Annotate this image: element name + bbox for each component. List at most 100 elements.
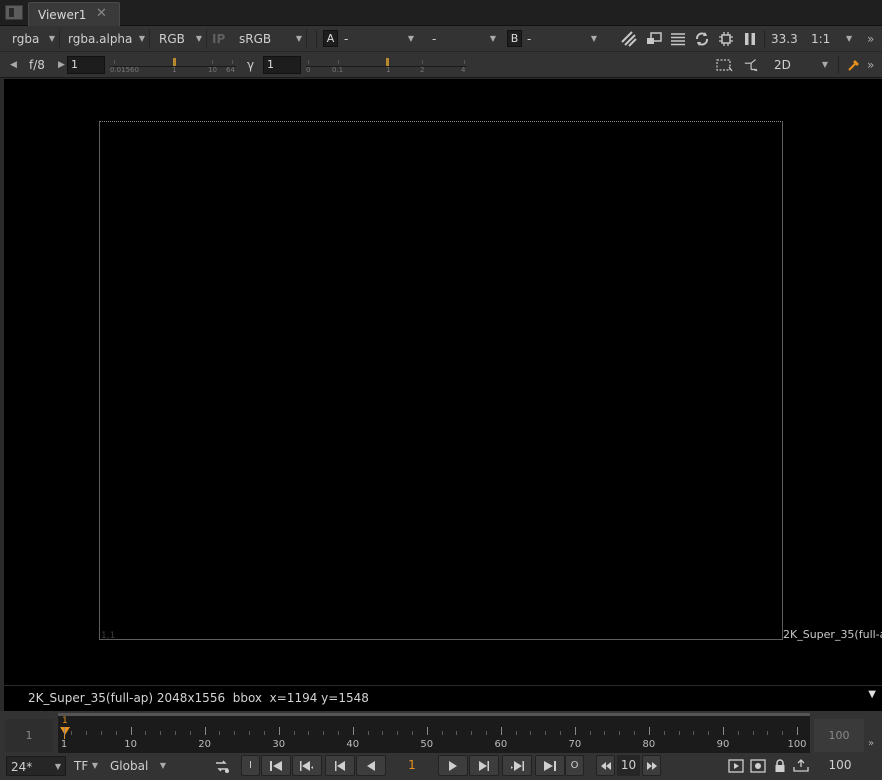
timeline-major-tick xyxy=(648,727,650,735)
set-in-button[interactable]: I xyxy=(241,755,260,776)
timeline-minor-tick xyxy=(411,731,413,735)
timeline-minor-tick xyxy=(219,731,221,735)
timeline-minor-tick xyxy=(737,731,739,735)
divider xyxy=(764,30,765,48)
play-forward-button[interactable] xyxy=(438,755,468,776)
frame-range-dropdown[interactable]: Global ▼ xyxy=(106,756,170,776)
timeline-track[interactable]: 1 1 10 20 30 40 50 60 70 80 90 100 xyxy=(58,713,810,753)
timeline-minor-tick xyxy=(530,731,532,735)
close-icon[interactable]: ✕ xyxy=(96,6,107,21)
playback-mode-icon[interactable] xyxy=(727,757,745,775)
tick-label: 2 xyxy=(420,66,425,74)
chevron-down-icon: ▼ xyxy=(590,34,597,43)
slider-handle[interactable] xyxy=(386,58,389,66)
slider-handle[interactable] xyxy=(173,58,176,66)
step-forward-increment-button[interactable] xyxy=(642,755,661,776)
zoom-value[interactable]: 33.3 xyxy=(771,30,798,48)
prev-keyframe-button[interactable] xyxy=(292,755,322,776)
first-frame-button[interactable] xyxy=(261,755,291,776)
view-mode-value: 2D xyxy=(774,58,791,72)
origin-label: 1,1 xyxy=(101,631,116,641)
timeline-minor-tick xyxy=(589,731,591,735)
step-back-increment-button[interactable] xyxy=(596,755,615,776)
a-input-dropdown[interactable]: - ▼ xyxy=(340,29,418,49)
gamma-input[interactable]: 1 xyxy=(263,56,301,74)
timeline-minor-tick xyxy=(752,731,754,735)
info-bar: 2K_Super_35(full-ap) 2048x1556 bbox x=11… xyxy=(4,685,882,711)
next-fstop-icon[interactable]: ▶ xyxy=(58,56,65,74)
record-icon[interactable] xyxy=(749,757,767,775)
viewer-canvas[interactable]: 1,1 2K_Super_35(full-ap) xyxy=(4,79,882,685)
timeline-end-field[interactable]: 100 xyxy=(814,719,864,752)
current-frame-input[interactable]: 1 xyxy=(389,755,435,776)
pixel-ratio-value[interactable]: 1:1 xyxy=(811,30,830,48)
refresh-icon[interactable] xyxy=(693,30,711,48)
timeline-start-field[interactable]: 1 xyxy=(5,719,53,752)
fstop-value[interactable]: f/8 xyxy=(29,56,45,74)
gain-input[interactable]: 1 xyxy=(67,56,105,74)
timeline-minor-tick xyxy=(145,731,147,735)
chevron-down-icon: ▼ xyxy=(489,34,496,43)
tab-viewer1[interactable]: Viewer1 ✕ xyxy=(28,2,120,26)
timeline-minor-tick xyxy=(456,731,458,735)
input-process-toggle[interactable]: IP xyxy=(212,29,225,49)
display-mode-dropdown[interactable]: RGB ▼ xyxy=(155,29,207,49)
end-frame-field[interactable]: 100 xyxy=(818,755,862,776)
tick-label: 64 xyxy=(226,66,235,74)
step-forward-icon xyxy=(479,760,489,771)
timeline-minor-tick xyxy=(175,731,177,735)
view-mode-dropdown[interactable]: 2D ▼ xyxy=(770,55,832,75)
chevron-down-icon[interactable]: ▼ xyxy=(846,30,852,48)
timeline-frame-label: 10 xyxy=(124,739,137,750)
timeline-minor-tick xyxy=(382,731,384,735)
frame-increment-input[interactable]: 10 xyxy=(617,755,640,776)
timeline-frame-label: 90 xyxy=(716,739,730,750)
next-keyframe-button[interactable] xyxy=(502,755,532,776)
fast-forward-icon xyxy=(646,761,657,770)
timeline-minor-tick xyxy=(560,731,562,735)
gpu-chip-icon[interactable] xyxy=(717,30,735,48)
panel-menu-icon[interactable] xyxy=(5,5,23,20)
gamma-slider[interactable]: 0 0.1 1 2 4 xyxy=(304,56,468,74)
hatch-icon[interactable] xyxy=(620,30,638,48)
prev-fstop-icon[interactable]: ◀ xyxy=(10,56,17,74)
timeline-frame-label: 30 xyxy=(272,739,286,750)
color-picker-icon[interactable] xyxy=(845,56,863,74)
timecode-dropdown[interactable]: TF ▼ xyxy=(70,756,102,776)
fps-dropdown[interactable]: 24* ▼ xyxy=(6,756,66,776)
next-frame-button[interactable] xyxy=(469,755,499,776)
timeline-major-tick xyxy=(204,727,206,735)
prev-frame-button[interactable] xyxy=(325,755,355,776)
playhead-marker[interactable] xyxy=(60,727,70,735)
expand-toolbar-icon[interactable]: » xyxy=(867,30,874,48)
compare-op-dropdown[interactable]: - ▼ xyxy=(428,29,500,49)
list-icon[interactable] xyxy=(669,30,687,48)
play-backward-button[interactable] xyxy=(356,755,386,776)
triangle-down-icon[interactable]: ▼ xyxy=(868,689,876,700)
channels-dropdown[interactable]: rgba ▼ xyxy=(8,29,60,49)
view-axis-icon[interactable] xyxy=(743,56,761,74)
tab-title: Viewer1 xyxy=(38,8,87,22)
expand-icon[interactable]: » xyxy=(868,738,874,749)
expand-toolbar-icon[interactable]: » xyxy=(867,56,874,74)
last-frame-button[interactable] xyxy=(535,755,565,776)
play-icon xyxy=(449,760,457,771)
timeline-minor-tick xyxy=(634,731,636,735)
pause-icon[interactable] xyxy=(741,30,759,48)
roi-icon[interactable] xyxy=(715,56,733,74)
set-out-button[interactable]: O xyxy=(565,755,584,776)
export-icon[interactable] xyxy=(792,757,810,775)
a-input-button[interactable]: A xyxy=(323,30,338,47)
timeline-frame-label: 20 xyxy=(198,739,212,750)
b-input-button[interactable]: B xyxy=(507,30,522,47)
colorspace-dropdown[interactable]: sRGB ▼ xyxy=(235,29,307,49)
b-input-dropdown[interactable]: - ▼ xyxy=(523,29,601,49)
timeline-frame-label: 40 xyxy=(346,739,360,750)
gain-slider[interactable]: 0.01560 1 10 64 xyxy=(108,56,238,74)
lock-icon[interactable] xyxy=(771,757,789,775)
sync-icon[interactable] xyxy=(213,757,231,775)
overlay-icon[interactable] xyxy=(645,30,663,48)
alpha-channel-dropdown[interactable]: rgba.alpha ▼ xyxy=(64,29,150,49)
timeline-minor-tick xyxy=(767,731,769,735)
timeline-major-tick xyxy=(130,727,132,735)
